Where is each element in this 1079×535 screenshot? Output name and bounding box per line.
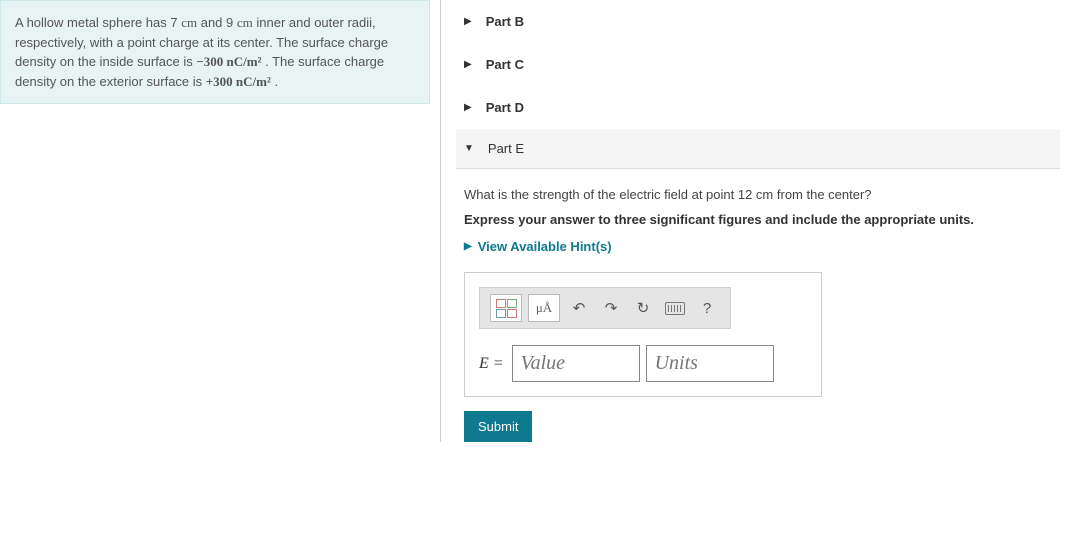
part-d-label: Part D [486, 100, 524, 115]
answer-input-row: E = [479, 345, 807, 382]
reset-button[interactable]: ↻ [630, 295, 656, 321]
part-d-header[interactable]: ▶ Part D [456, 86, 1060, 129]
unit-cm-1: cm [181, 15, 197, 30]
redo-icon: ↷ [605, 299, 618, 317]
units-input[interactable] [646, 345, 774, 382]
part-e-header[interactable]: ▼ Part E [456, 129, 1060, 169]
sigma-outer: +300 nC/m² [206, 74, 271, 89]
part-e-body: What is the strength of the electric fie… [456, 169, 1060, 442]
problem-text-2: and 9 [197, 15, 237, 30]
problem-text-1: A hollow metal sphere has 7 [15, 15, 181, 30]
problem-statement: A hollow metal sphere has 7 cm and 9 cm … [0, 0, 430, 104]
instruction-text: Express your answer to three significant… [464, 212, 1052, 227]
template-picker-button[interactable] [490, 294, 522, 322]
chevron-right-icon: ▶ [464, 16, 472, 27]
chevron-right-icon: ▶ [464, 102, 472, 113]
answer-box: μÅ ↶ ↷ ↻ ? [464, 272, 822, 397]
redo-button[interactable]: ↷ [598, 295, 624, 321]
part-c-label: Part C [486, 57, 524, 72]
undo-button[interactable]: ↶ [566, 295, 592, 321]
special-chars-button[interactable]: μÅ [528, 294, 560, 322]
problem-text-5: . [271, 74, 278, 89]
part-b-label: Part B [486, 14, 524, 29]
variable-label: E = [479, 355, 504, 373]
part-b-header[interactable]: ▶ Part B [456, 0, 1060, 43]
mua-label: μÅ [536, 300, 552, 316]
chevron-right-icon: ▶ [464, 241, 472, 252]
undo-icon: ↶ [573, 299, 586, 317]
unit-cm-2: cm [237, 15, 253, 30]
submit-label: Submit [478, 419, 518, 434]
help-icon: ? [703, 300, 711, 317]
submit-button[interactable]: Submit [464, 411, 532, 442]
part-e-label: Part E [488, 141, 524, 156]
question-text: What is the strength of the electric fie… [464, 187, 1052, 202]
help-button[interactable]: ? [694, 295, 720, 321]
keyboard-icon [665, 302, 685, 315]
view-hints-link[interactable]: ▶ View Available Hint(s) [464, 239, 1052, 254]
chevron-down-icon: ▼ [464, 143, 474, 154]
value-input[interactable] [512, 345, 640, 382]
hints-label: View Available Hint(s) [478, 239, 612, 254]
keyboard-button[interactable] [662, 295, 688, 321]
chevron-right-icon: ▶ [464, 59, 472, 70]
reset-icon: ↻ [637, 299, 650, 317]
sigma-inner: −300 nC/m² [196, 54, 261, 69]
equation-toolbar: μÅ ↶ ↷ ↻ ? [479, 287, 731, 329]
part-c-header[interactable]: ▶ Part C [456, 43, 1060, 86]
